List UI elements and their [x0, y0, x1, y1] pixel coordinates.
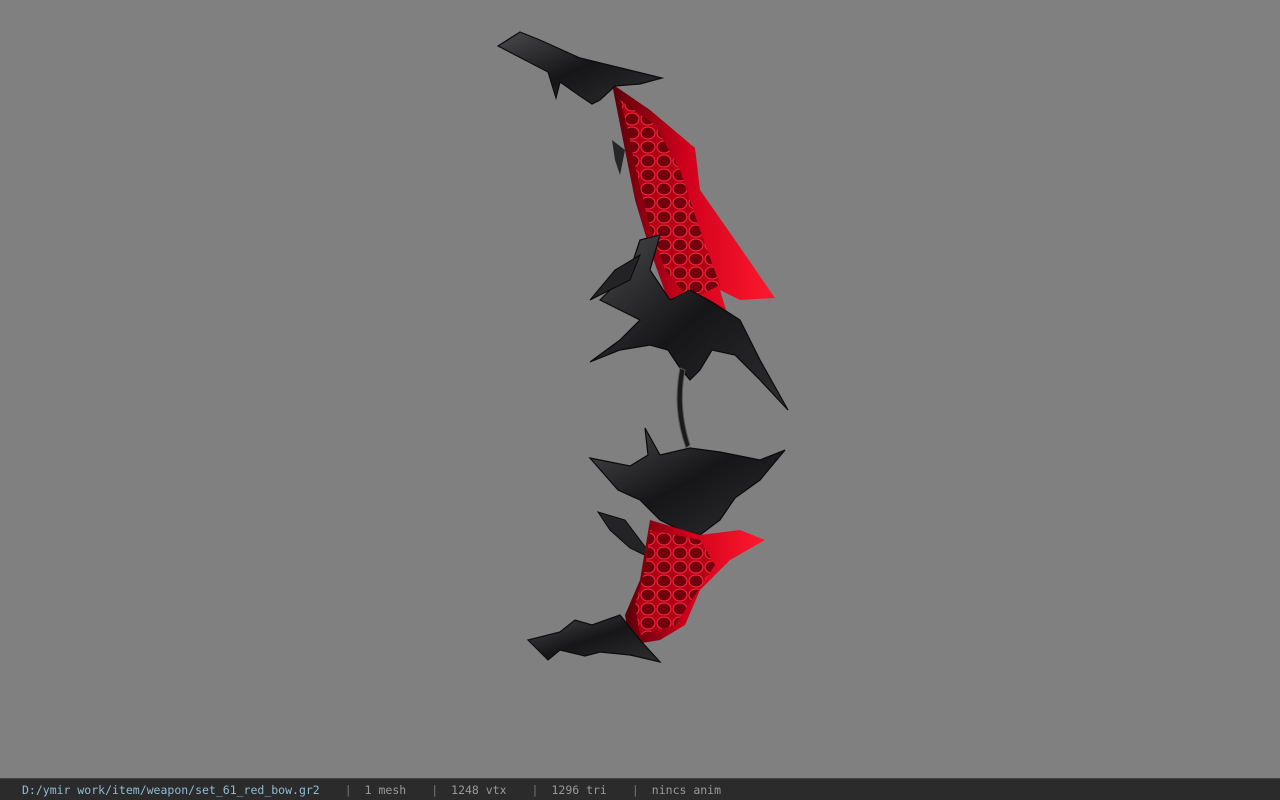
status-separator: |	[531, 782, 539, 797]
bow-model	[496, 31, 789, 664]
status-separator: |	[631, 782, 639, 797]
status-bar: D:/ymir work/item/weapon/set_61_red_bow.…	[0, 778, 1280, 800]
triangle-count: 1296 tri	[551, 782, 607, 797]
status-separator: |	[431, 782, 439, 797]
status-separator: |	[344, 782, 352, 797]
grip	[676, 367, 691, 449]
mesh-count: 1 mesh	[364, 782, 407, 797]
3d-viewport[interactable]	[0, 0, 1280, 778]
model-path: D:/ymir work/item/weapon/set_61_red_bow.…	[22, 782, 320, 797]
animation-status: nincs anim	[651, 782, 722, 797]
vertex-count: 1248 vtx	[451, 782, 507, 797]
upper-tip	[496, 31, 665, 105]
